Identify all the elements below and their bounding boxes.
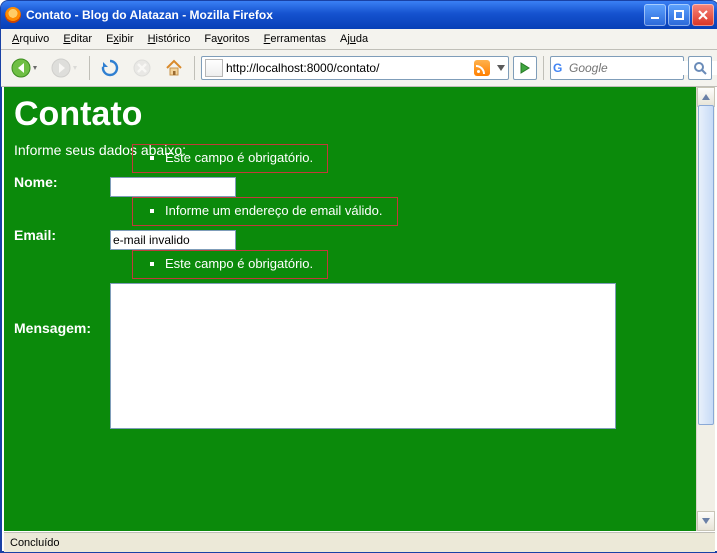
label-email: Email: xyxy=(14,197,110,243)
scroll-up-button[interactable] xyxy=(697,87,715,107)
minimize-button[interactable] xyxy=(644,4,666,26)
menu-ajuda[interactable]: Ajuda xyxy=(333,31,375,47)
forward-button[interactable] xyxy=(47,54,83,82)
page-viewport: Contato Informe seus dados abaixo: Nome:… xyxy=(4,87,697,531)
url-input[interactable] xyxy=(226,61,470,75)
menu-exibir[interactable]: Exibir xyxy=(99,31,141,47)
url-dropdown-icon[interactable] xyxy=(494,65,508,71)
google-icon[interactable]: G xyxy=(553,60,567,76)
back-button[interactable] xyxy=(7,54,43,82)
status-text: Concluído xyxy=(10,537,60,549)
window-title: Contato - Blog do Alatazan - Mozilla Fir… xyxy=(26,8,273,22)
search-go-button[interactable] xyxy=(688,56,712,80)
go-button[interactable] xyxy=(513,56,537,80)
error-nome-text: Este campo é obrigatório. xyxy=(165,150,313,165)
vertical-scrollbar[interactable] xyxy=(696,87,715,531)
row-mensagem: Mensagem: Este campo é obrigatório. xyxy=(14,250,687,432)
page-icon xyxy=(205,59,223,77)
error-nome: Este campo é obrigatório. xyxy=(132,144,328,173)
firefox-icon xyxy=(5,7,21,23)
scroll-down-button[interactable] xyxy=(697,511,715,531)
error-mensagem-text: Este campo é obrigatório. xyxy=(165,256,313,271)
nav-toolbar: G xyxy=(1,50,717,87)
contact-page: Contato Informe seus dados abaixo: Nome:… xyxy=(4,87,697,452)
stop-button[interactable] xyxy=(128,54,156,82)
scroll-track[interactable] xyxy=(697,105,715,513)
address-bar[interactable] xyxy=(201,56,509,80)
label-nome: Nome: xyxy=(14,144,110,190)
menu-editar[interactable]: Editar xyxy=(56,31,99,47)
reload-button[interactable] xyxy=(96,54,124,82)
svg-text:G: G xyxy=(553,61,562,75)
input-email[interactable] xyxy=(110,230,236,250)
close-button[interactable] xyxy=(692,4,714,26)
menu-favoritos[interactable]: Favoritos xyxy=(197,31,256,47)
home-button[interactable] xyxy=(160,54,188,82)
menubar: Arquivo Editar Exibir Histórico Favorito… xyxy=(1,29,717,50)
titlebar: Contato - Blog do Alatazan - Mozilla Fir… xyxy=(1,1,717,29)
scroll-thumb[interactable] xyxy=(698,105,714,425)
page-title: Contato xyxy=(14,95,687,134)
error-email: Informe um endereço de email válido. xyxy=(132,197,398,226)
row-email: Email: Informe um endereço de email váli… xyxy=(14,197,687,250)
rss-icon[interactable] xyxy=(474,60,490,76)
label-mensagem: Mensagem: xyxy=(14,250,110,336)
textarea-mensagem[interactable] xyxy=(110,283,616,429)
content-area: Contato Informe seus dados abaixo: Nome:… xyxy=(4,87,715,531)
error-email-text: Informe um endereço de email válido. xyxy=(165,203,383,218)
menu-historico[interactable]: Histórico xyxy=(141,31,198,47)
menu-arquivo[interactable]: Arquivo xyxy=(5,31,56,47)
search-box[interactable]: G xyxy=(550,56,684,80)
input-nome[interactable] xyxy=(110,177,236,197)
statusbar: Concluído xyxy=(4,532,715,552)
maximize-button[interactable] xyxy=(668,4,690,26)
error-mensagem: Este campo é obrigatório. xyxy=(132,250,328,279)
firefox-window: Contato - Blog do Alatazan - Mozilla Fir… xyxy=(0,0,717,553)
menu-ferramentas[interactable]: Ferramentas xyxy=(257,31,333,47)
row-nome: Nome: Este campo é obrigatório. xyxy=(14,144,687,197)
